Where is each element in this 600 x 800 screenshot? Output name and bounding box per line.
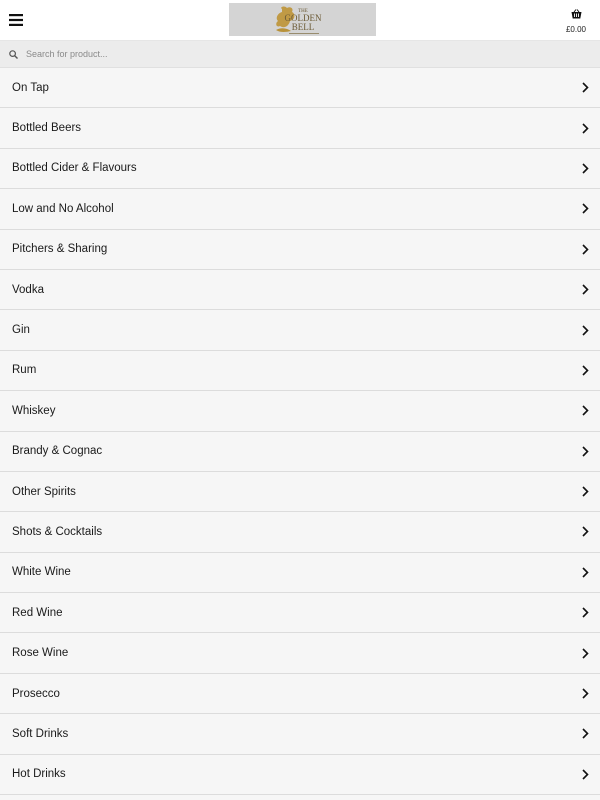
chevron-right-icon: [582, 163, 589, 174]
chevron-right-icon: [582, 365, 589, 376]
category-label: Low and No Alcohol: [12, 202, 114, 215]
category-item-rum[interactable]: Rum: [0, 350, 600, 392]
category-item-whiskey[interactable]: Whiskey: [0, 391, 600, 432]
chevron-right-icon: [582, 405, 589, 416]
search-input[interactable]: [26, 41, 600, 67]
chevron-right-icon: [582, 607, 589, 618]
category-item-brandy-cognac[interactable]: Brandy & Cognac: [0, 431, 600, 472]
chevron-right-icon: [582, 567, 589, 578]
logo-text-bell: BELL: [292, 22, 315, 32]
chevron-right-icon: [582, 244, 589, 255]
chevron-right-icon: [582, 688, 589, 699]
category-label: Other Spirits: [12, 485, 76, 498]
category-item-rose-wine[interactable]: Rose Wine: [0, 633, 600, 674]
chevron-right-icon: [582, 648, 589, 659]
category-label: Pitchers & Sharing: [12, 243, 108, 256]
search-bar: [0, 41, 600, 68]
category-label: Hot Drinks: [12, 768, 66, 781]
category-item-pitchers-sharing[interactable]: Pitchers & Sharing: [0, 229, 600, 270]
app-header: THE GOLDEN BELL £0.00: [0, 0, 600, 41]
category-list: On Tap Bottled Beers Bottled Cider & Fla…: [0, 68, 600, 796]
category-item-shots-cocktails[interactable]: Shots & Cocktails: [0, 512, 600, 553]
category-label: Bottled Beers: [12, 122, 82, 135]
chevron-right-icon: [582, 203, 589, 214]
category-label: On Tap: [12, 81, 49, 94]
category-label: Gin: [12, 324, 30, 337]
chevron-right-icon: [582, 486, 589, 497]
chevron-right-icon: [582, 284, 589, 295]
category-label: Rose Wine: [12, 647, 69, 660]
category-item-low-no-alcohol[interactable]: Low and No Alcohol: [0, 189, 600, 230]
category-label: Red Wine: [12, 606, 63, 619]
category-item-on-tap[interactable]: On Tap: [0, 68, 600, 109]
category-label: Soft Drinks: [12, 727, 69, 740]
category-label: Bottled Cider & Flavours: [12, 162, 137, 175]
cart-total: £0.00: [565, 25, 587, 34]
category-item-bottled-cider[interactable]: Bottled Cider & Flavours: [0, 148, 600, 190]
menu-button[interactable]: [0, 0, 32, 41]
chevron-right-icon: [582, 82, 589, 93]
category-item-other-spirits[interactable]: Other Spirits: [0, 471, 600, 513]
category-item-white-wine[interactable]: White Wine: [0, 552, 600, 594]
chevron-right-icon: [582, 324, 589, 336]
category-item-vodka[interactable]: Vodka: [0, 269, 600, 311]
category-item-gin[interactable]: Gin: [0, 310, 600, 351]
category-item-prosecco[interactable]: Prosecco: [0, 673, 600, 715]
basket-icon: [571, 6, 582, 24]
cart-button[interactable]: £0.00: [556, 0, 596, 41]
category-item-hot-drinks[interactable]: Hot Drinks: [0, 754, 600, 796]
category-label: Vodka: [12, 283, 44, 296]
chevron-right-icon: [582, 728, 589, 740]
category-label: Brandy & Cognac: [12, 445, 103, 458]
category-item-red-wine[interactable]: Red Wine: [0, 593, 600, 634]
chevron-right-icon: [582, 123, 589, 134]
hamburger-menu-icon: [9, 14, 23, 26]
chevron-right-icon: [582, 446, 589, 457]
brand-logo[interactable]: THE GOLDEN BELL: [229, 3, 376, 36]
category-label: Prosecco: [12, 687, 60, 700]
category-item-soft-drinks[interactable]: Soft Drinks: [0, 714, 600, 755]
category-item-bottled-beers[interactable]: Bottled Beers: [0, 108, 600, 149]
chevron-right-icon: [582, 526, 589, 538]
chevron-right-icon: [582, 769, 589, 780]
category-label: Whiskey: [12, 404, 56, 417]
category-label: Rum: [12, 364, 37, 377]
search-icon: [0, 49, 26, 59]
category-label: White Wine: [12, 566, 71, 579]
category-label: Shots & Cocktails: [12, 525, 103, 538]
